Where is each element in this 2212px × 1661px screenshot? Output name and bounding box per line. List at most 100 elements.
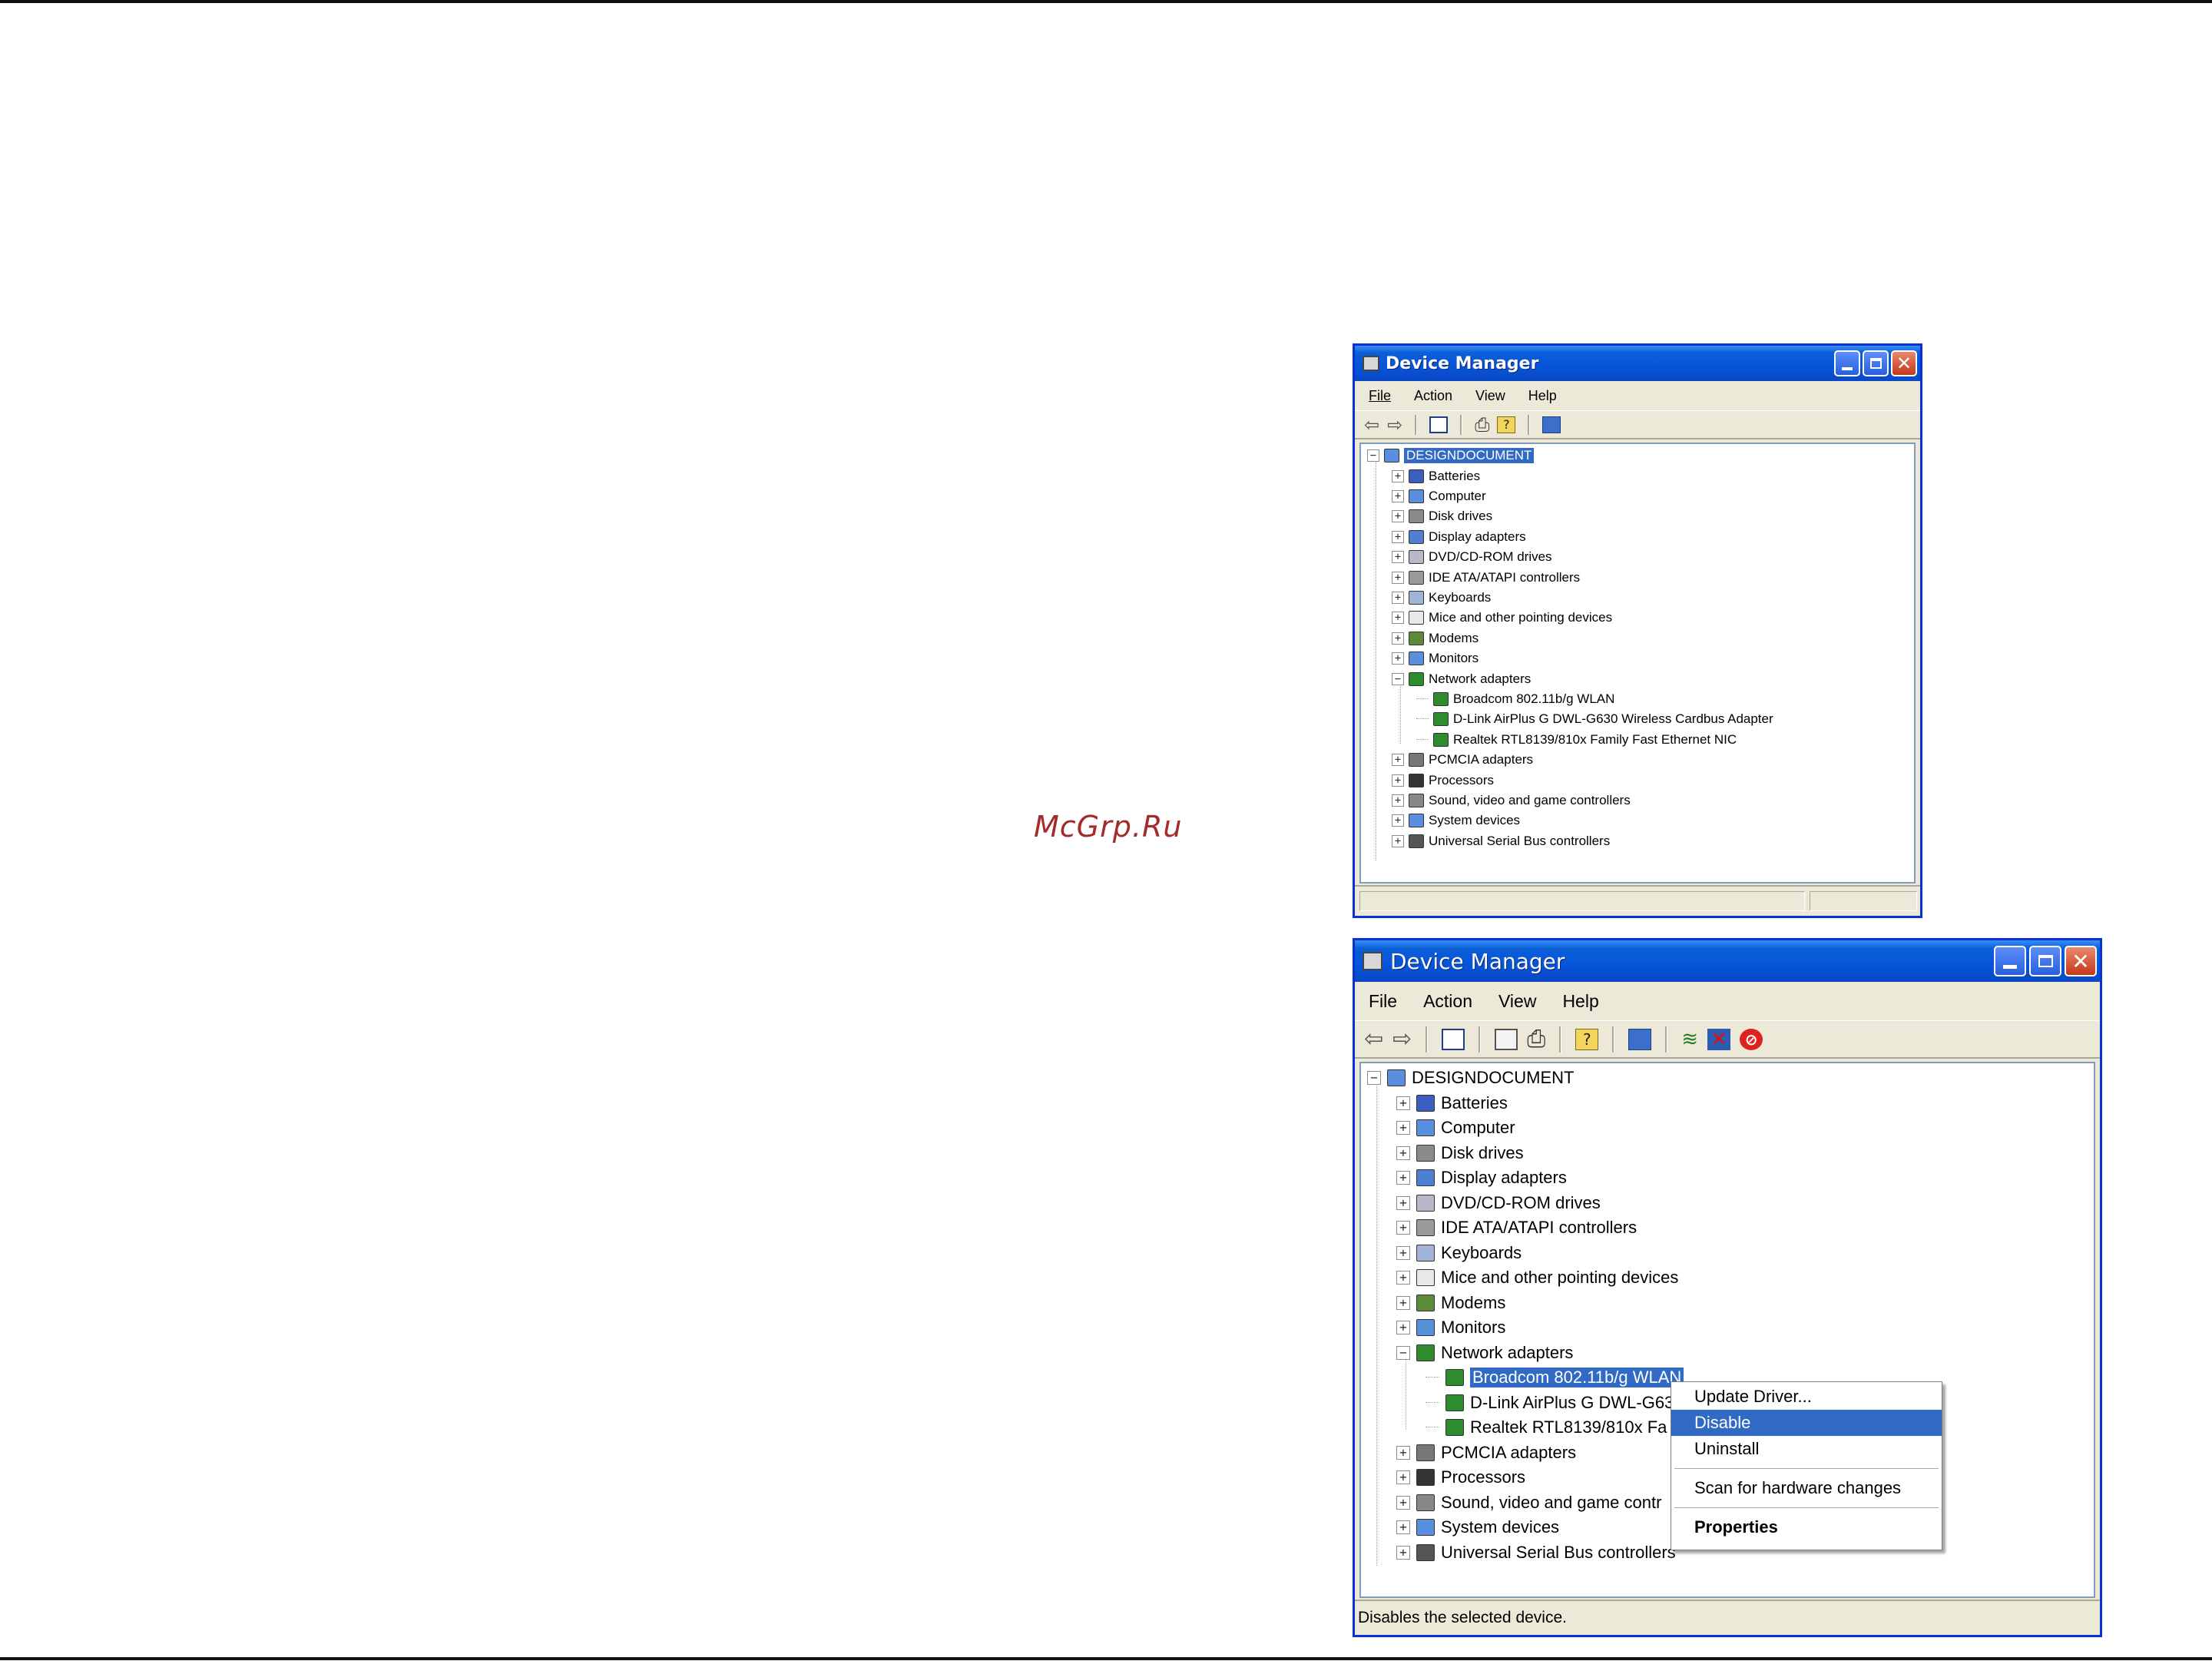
forward-icon[interactable]: ⇨ (1387, 414, 1402, 436)
tree-category-item[interactable]: + Keyboards (1392, 588, 1491, 608)
expand-icon[interactable]: + (1396, 1470, 1410, 1485)
tree-category-item[interactable]: + Modems (1392, 628, 1479, 648)
tree-category-item[interactable]: + Computer (1392, 486, 1486, 506)
expand-icon[interactable]: + (1392, 814, 1404, 827)
expand-icon[interactable]: + (1396, 1221, 1410, 1235)
tree-category-item[interactable]: + Sound, video and game controllers (1392, 791, 1631, 811)
minimize-button[interactable] (1994, 946, 2026, 976)
expand-icon[interactable]: + (1396, 1171, 1410, 1185)
title-bar[interactable]: Device Manager ✕ (1355, 940, 2100, 982)
tree-device-item[interactable]: Broadcom 802.11b/g WLAN (1416, 689, 1614, 709)
back-icon[interactable]: ⇦ (1364, 1026, 1383, 1053)
expand-icon[interactable]: + (1392, 652, 1404, 665)
collapse-icon[interactable]: − (1396, 1345, 1410, 1360)
menu-file[interactable]: File (1369, 388, 1391, 404)
show-hide-tree-icon[interactable] (1442, 1028, 1465, 1050)
expand-icon[interactable]: + (1396, 1195, 1410, 1210)
show-hide-tree-icon[interactable] (1429, 416, 1449, 433)
collapse-icon[interactable]: − (1367, 449, 1379, 462)
expand-icon[interactable]: + (1396, 1295, 1410, 1310)
expand-icon[interactable]: + (1396, 1321, 1410, 1335)
tree-category-item[interactable]: + IDE ATA/ATAPI controllers (1396, 1215, 1637, 1241)
update-driver-icon[interactable]: ≋ (1681, 1028, 1698, 1051)
tree-category-item[interactable]: + Sound, video and game contr (1396, 1490, 1661, 1516)
tree-category-item[interactable]: + PCMCIA adapters (1396, 1441, 1576, 1466)
print-icon[interactable]: ⎙ (1475, 414, 1489, 436)
expand-icon[interactable]: + (1392, 571, 1404, 584)
expand-icon[interactable]: + (1392, 632, 1404, 645)
disable-icon[interactable]: ⊘ (1740, 1028, 1763, 1050)
menu-item-disable[interactable]: Disable (1671, 1410, 1942, 1436)
uninstall-icon[interactable]: ✕ (1707, 1028, 1731, 1051)
tree-category-item[interactable]: + DVD/CD-ROM drives (1392, 547, 1552, 567)
expand-icon[interactable]: + (1396, 1545, 1410, 1560)
expand-icon[interactable]: + (1392, 612, 1404, 625)
tree-category-item[interactable]: + Disk drives (1396, 1141, 1524, 1166)
expand-icon[interactable]: + (1396, 1271, 1410, 1285)
tree-device-item[interactable]: Realtek RTL8139/810x Fa (1426, 1415, 1667, 1441)
expand-icon[interactable]: + (1396, 1520, 1410, 1535)
tree-category-item[interactable]: + Universal Serial Bus controllers (1392, 831, 1610, 851)
menu-help[interactable]: Help (1528, 388, 1557, 404)
tree-category-item[interactable]: + DVD/CD-ROM drives (1396, 1191, 1601, 1216)
expand-icon[interactable]: + (1396, 1121, 1410, 1136)
expand-icon[interactable]: + (1396, 1096, 1410, 1110)
tree-category-item[interactable]: + Batteries (1392, 466, 1480, 486)
expand-icon[interactable]: + (1392, 469, 1404, 482)
tree-category-item[interactable]: + Batteries (1396, 1091, 1508, 1116)
menu-file[interactable]: File (1369, 991, 1397, 1012)
tree-device-item[interactable]: Broadcom 802.11b/g WLAN (1426, 1365, 1684, 1391)
menu-item-scan-hardware[interactable]: Scan for hardware changes (1671, 1475, 1942, 1501)
collapse-icon[interactable]: − (1367, 1071, 1381, 1086)
expand-icon[interactable]: + (1392, 834, 1404, 847)
close-button[interactable]: ✕ (1891, 350, 1917, 376)
menu-action[interactable]: Action (1423, 991, 1472, 1012)
tree-category-item[interactable]: + Display adapters (1396, 1165, 1567, 1191)
menu-item-properties[interactable]: Properties (1671, 1514, 1942, 1540)
tree-category-item[interactable]: + Keyboards (1396, 1241, 1522, 1266)
expand-icon[interactable]: + (1392, 591, 1404, 604)
print-icon[interactable]: ⎙ (1527, 1026, 1545, 1053)
help-icon[interactable]: ? (1497, 416, 1516, 433)
scan-hardware-icon[interactable] (1628, 1028, 1652, 1050)
menu-item-uninstall[interactable]: Uninstall (1671, 1436, 1942, 1462)
menu-action[interactable]: Action (1414, 388, 1452, 404)
back-icon[interactable]: ⇦ (1364, 414, 1379, 436)
tree-device-item[interactable]: Realtek RTL8139/810x Family Fast Etherne… (1416, 730, 1737, 750)
tree-category-item[interactable]: + Monitors (1392, 648, 1479, 668)
tree-category-item[interactable]: + Modems (1396, 1291, 1505, 1316)
help-icon[interactable]: ? (1575, 1028, 1599, 1050)
menu-help[interactable]: Help (1562, 991, 1598, 1012)
close-button[interactable]: ✕ (2065, 946, 2097, 976)
tree-category-item[interactable]: + Processors (1396, 1465, 1525, 1490)
expand-icon[interactable]: + (1396, 1495, 1410, 1510)
tree-category-item[interactable]: + Monitors (1396, 1315, 1505, 1341)
menu-view[interactable]: View (1498, 991, 1536, 1012)
tree-category-item[interactable]: + Display adapters (1392, 527, 1526, 547)
maximize-button[interactable] (2029, 946, 2061, 976)
device-tree[interactable]: − DESIGNDOCUMENT + Batteries + Computer + Disk … (1359, 443, 1916, 884)
tree-device-item[interactable]: D-Link AirPlus G DWL-G63 (1426, 1391, 1674, 1416)
expand-icon[interactable]: + (1396, 1445, 1410, 1460)
expand-icon[interactable]: + (1392, 489, 1404, 502)
tree-category-item[interactable]: + System devices (1396, 1515, 1559, 1540)
tree-device-item[interactable]: D-Link AirPlus G DWL-G630 Wireless Cardb… (1416, 709, 1773, 729)
expand-icon[interactable]: + (1392, 794, 1404, 807)
expand-icon[interactable]: + (1392, 774, 1404, 787)
tree-category-item[interactable]: − Network adapters (1396, 1341, 1573, 1366)
expand-icon[interactable]: + (1392, 754, 1404, 767)
tree-root[interactable]: − DESIGNDOCUMENT (1367, 446, 1535, 466)
tree-category-item[interactable]: + Disk drives (1392, 506, 1492, 526)
tree-category-item[interactable]: + Mice and other pointing devices (1392, 608, 1612, 628)
expand-icon[interactable]: + (1392, 530, 1404, 543)
expand-icon[interactable]: + (1392, 551, 1404, 564)
properties-icon[interactable] (1495, 1028, 1518, 1050)
collapse-icon[interactable]: − (1392, 672, 1404, 685)
tree-category-item[interactable]: + Universal Serial Bus controllers (1396, 1540, 1676, 1566)
tree-category-item[interactable]: + Computer (1396, 1116, 1515, 1141)
expand-icon[interactable]: + (1392, 510, 1404, 523)
tree-category-item[interactable]: + Mice and other pointing devices (1396, 1265, 1678, 1291)
tree-category-item[interactable]: + IDE ATA/ATAPI controllers (1392, 567, 1580, 587)
tree-category-item[interactable]: + PCMCIA adapters (1392, 750, 1533, 770)
expand-icon[interactable]: + (1396, 1245, 1410, 1260)
